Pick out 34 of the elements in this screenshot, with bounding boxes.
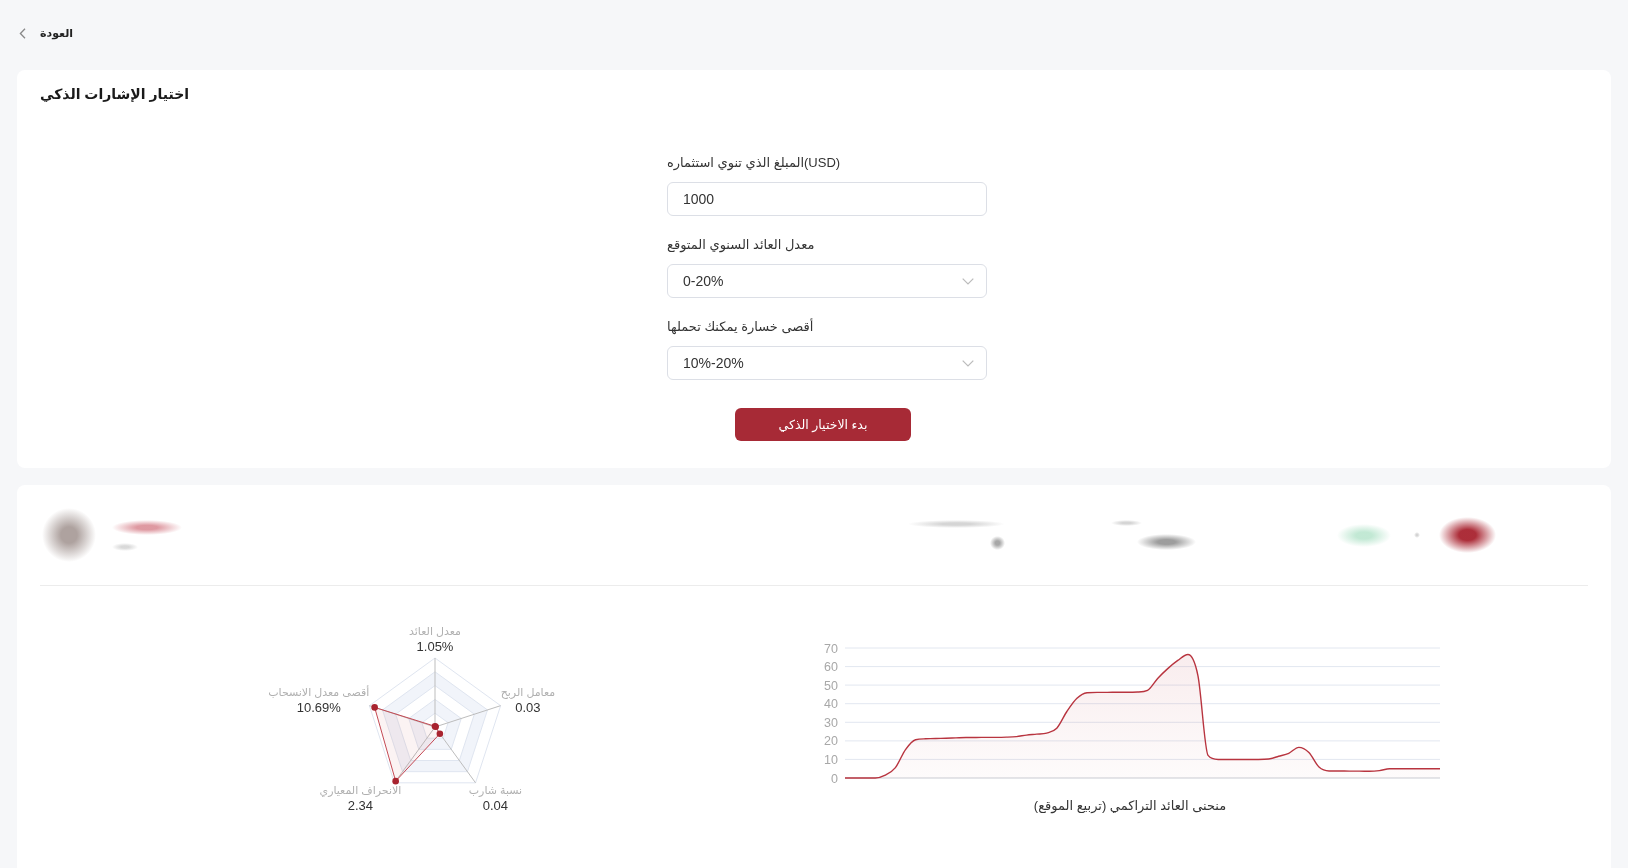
radar-axis-label: أقصى معدل الانسحاب (268, 684, 370, 700)
panel-title: اختيار الإشارات الذكي (40, 85, 190, 103)
y-axis-label: 50 (824, 678, 838, 693)
chevron-left-icon (19, 27, 26, 39)
y-axis-label: 10 (824, 752, 838, 767)
select-field[interactable]: 10%-20% (667, 346, 987, 380)
chevron-down-icon (962, 359, 974, 367)
field-label: أقصى خسارة يمكنك تحملها (667, 318, 814, 336)
input-field[interactable]: 1000 (667, 182, 987, 216)
radar-axis-label: نسبة شارب (468, 782, 523, 798)
radar-axis-label: الانحراف المعياري (319, 782, 402, 798)
radar-axis-value: 10.69% (296, 699, 341, 716)
y-axis-label: 40 (824, 697, 838, 712)
chart-title: منحنى العائد التراكمي (تربيع الموقع) (1033, 797, 1227, 815)
field-label: معدل العائد السنوي المتوقع (667, 236, 815, 254)
field-label: المبلغ الذي تنوي استثماره(USD) (667, 154, 841, 172)
radar-axis-value: 1.05% (416, 638, 454, 655)
y-axis-label: 60 (824, 660, 838, 675)
blurred-dot (1414, 532, 1420, 538)
back-link[interactable]: العودة (19, 25, 74, 41)
radar-axis-label: معامل الربح (500, 684, 556, 700)
start-selection-button[interactable]: بدء الاختيار الذكي (735, 408, 911, 441)
radar-axis-value: 0.04 (482, 797, 509, 814)
y-axis-label: 0 (831, 771, 838, 785)
blurred-text (990, 536, 1005, 550)
y-axis-label: 70 (824, 641, 838, 656)
radar-axis-value: 0.03 (515, 699, 541, 716)
blurred-text (1111, 520, 1142, 526)
chevron-down-icon (962, 277, 974, 285)
select-field[interactable]: 0-20% (667, 264, 987, 298)
radar-axis-label: معدل العائد (409, 623, 461, 639)
radar-axis-value: 2.34 (347, 797, 374, 814)
y-axis-label: 30 (824, 715, 838, 730)
y-axis-label: 20 (824, 734, 838, 749)
